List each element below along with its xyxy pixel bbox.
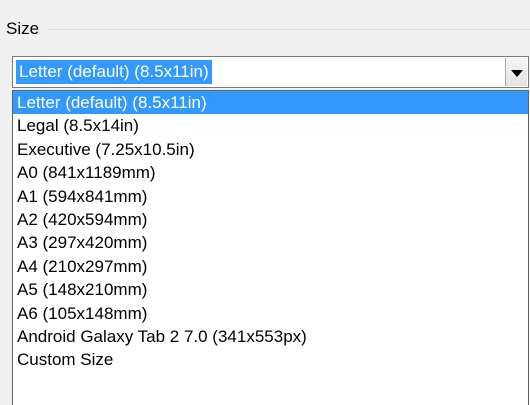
list-item-a2[interactable]: A2 (420x594mm) <box>13 208 528 231</box>
list-item-custom-size[interactable]: Custom Size <box>13 348 528 371</box>
size-group-label: Size <box>6 19 40 38</box>
list-item-executive[interactable]: Executive (7.25x10.5in) <box>13 138 528 161</box>
list-item-a5[interactable]: A5 (148x210mm) <box>13 278 528 301</box>
list-item-a4[interactable]: A4 (210x297mm) <box>13 255 528 278</box>
dropdown-toggle-button[interactable] <box>505 58 527 86</box>
size-settings-panel: Size Letter (default) (8.5x11in) Letter … <box>0 0 530 405</box>
size-dropdown-list: Letter (default) (8.5x11in) Legal (8.5x1… <box>12 90 529 405</box>
list-item-a6[interactable]: A6 (105x148mm) <box>13 302 528 325</box>
combo-selected-value: Letter (default) (8.5x11in) <box>16 60 212 84</box>
chevron-down-icon <box>510 69 523 77</box>
list-item-a1[interactable]: A1 (594x841mm) <box>13 185 528 208</box>
list-item-letter[interactable]: Letter (default) (8.5x11in) <box>13 91 528 115</box>
list-item-android-galaxy-tab[interactable]: Android Galaxy Tab 2 7.0 (341x553px) <box>13 325 528 348</box>
combo-value-wrap: Letter (default) (8.5x11in) <box>16 60 212 84</box>
group-divider <box>48 29 530 30</box>
list-item-a3[interactable]: A3 (297x420mm) <box>13 231 528 254</box>
list-item-legal[interactable]: Legal (8.5x14in) <box>13 114 528 137</box>
size-combobox[interactable]: Letter (default) (8.5x11in) <box>12 56 529 88</box>
list-item-a0[interactable]: A0 (841x1189mm) <box>13 161 528 184</box>
